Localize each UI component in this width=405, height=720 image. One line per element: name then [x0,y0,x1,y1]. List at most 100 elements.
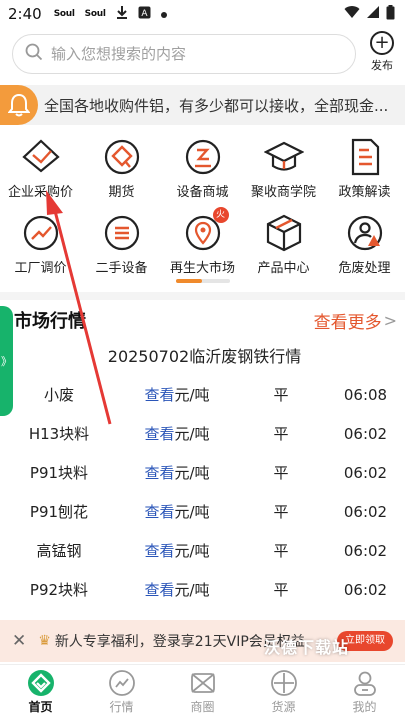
equal-circle-icon [102,213,142,253]
price-unit: 元/吨 [174,464,210,482]
bell-icon [0,85,38,125]
table-row[interactable]: 小废 查看元/吨 平 06:08 [0,375,405,414]
price-cell: 查看元/吨 [118,375,236,414]
market-title: 市场行情 [14,311,86,332]
status-bar: 2:40 Soul Soul A [0,0,405,28]
grid-item-used-equipment[interactable]: 二手设备 [81,211,162,287]
table-row[interactable]: 高锰钢 查看元/吨 平 06:02 [0,531,405,570]
table-row[interactable]: P92块料 查看元/吨 平 06:02 [0,570,405,609]
tab-mine[interactable]: 我的 [324,665,405,720]
font-a-icon: A [138,6,151,23]
page-indicator [176,279,230,283]
view-price-link[interactable]: 查看 [144,503,174,521]
home-icon [27,669,55,697]
grid-item-enterprise-price[interactable]: 企业采购价 [0,135,81,211]
time-cell: 06:02 [343,541,388,560]
grid-label: 期货 [108,185,135,200]
bottom-tab-bar: 首页 行情 商圈 货源 我的 [0,664,405,720]
map-pin-icon: 火 [183,207,229,253]
view-price-link[interactable]: 查看 [144,386,174,404]
price-cell: 查看元/吨 [118,414,236,453]
view-more-link[interactable]: 查看更多 > [314,308,397,333]
signal-icon [366,5,380,23]
price-unit: 元/吨 [174,503,210,521]
tab-label: 行情 [109,700,134,714]
svg-text:A: A [141,9,148,19]
dot-icon [160,6,167,22]
grid-label: 危废处理 [338,261,391,276]
search-bar[interactable] [12,34,356,74]
market-table: 小废 查看元/吨平 06:08 H13块料 查看元/吨平 06:02 P91块料 查看元/吨平… [0,375,405,609]
view-price-link[interactable]: 查看 [144,464,174,482]
soul-app-icon: Soul [84,9,106,19]
grid-label: 聚收商学院 [250,185,316,200]
crown-icon: ♛ [38,633,51,649]
grid-item-hazardous-waste[interactable]: 危废处理 [324,211,405,287]
tab-circle[interactable]: 商圈 [162,665,243,720]
bowtie-icon [189,669,217,697]
price-unit: 元/吨 [174,425,210,443]
trend-cell: 平 [273,581,289,599]
view-more-label: 查看更多 [313,312,382,333]
notice-text: 全国各地收购件铝，有多少都可以接收，全部现金... [44,96,389,115]
tab-label: 货源 [271,700,296,714]
time-cell: 06:02 [343,463,388,482]
table-row[interactable]: P91刨花 查看元/吨 平 06:02 [0,492,405,531]
tab-label: 商圈 [190,700,215,714]
material-name: P91块料 [29,464,89,482]
publish-button[interactable]: + 发布 [364,31,400,73]
box-icon [264,213,304,253]
trend-cell: 平 [273,542,289,560]
tab-market[interactable]: 行情 [81,665,162,720]
close-icon[interactable]: ✕ [12,631,26,651]
diamond-q-icon [102,137,142,177]
soul-app-icon: Soul [53,9,75,19]
grid-item-equipment-mall[interactable]: 设备商城 [162,135,243,211]
side-expand-tab[interactable]: 》 [0,306,13,416]
grid-label: 产品中心 [257,261,310,276]
time-cell: 06:02 [343,580,388,599]
material-name: P92块料 [29,581,89,599]
time-cell: 06:02 [343,424,388,443]
market-header: 市场行情 查看更多 > [0,302,405,338]
table-row[interactable]: H13块料 查看元/吨 平 06:02 [0,414,405,453]
view-price-link[interactable]: 查看 [144,581,174,599]
grid-item-factory-price[interactable]: 工厂调价 [0,211,81,287]
trend-cell: 平 [273,503,289,521]
notice-bar[interactable]: 全国各地收购件铝，有多少都可以接收，全部现金... [0,85,405,125]
user-icon [351,669,379,697]
market-subtitle: 20250702临沂废钢铁行情 [107,347,302,366]
tab-home[interactable]: 首页 [0,665,81,720]
grid-label: 二手设备 [95,261,148,276]
grid-item-futures[interactable]: 期货 [81,135,162,211]
coin-icon [183,137,223,177]
grid-item-academy[interactable]: 聚收商学院 [243,135,324,211]
status-time: 2:40 [8,5,42,23]
watermark: 沃德下载站 [264,638,350,657]
time-cell: 06:02 [343,502,388,521]
search-input[interactable] [51,45,331,63]
price-unit: 元/吨 [174,542,210,560]
view-price-link[interactable]: 查看 [144,425,174,443]
trend-icon [21,213,61,253]
tab-label: 我的 [352,700,377,714]
document-icon [345,137,385,177]
time-cell: 06:08 [343,385,388,404]
grid-label: 设备商城 [176,185,229,200]
trend-cell: 平 [273,464,289,482]
download-icon [116,5,128,23]
grid-item-recycle-market[interactable]: 火 再生大市场 [162,207,243,287]
chevron-right-icon: > [383,310,397,330]
material-name: P91刨花 [29,503,89,521]
tab-supply[interactable]: 货源 [243,665,324,720]
grid-item-policy[interactable]: 政策解读 [324,135,405,211]
feature-grid: 企业采购价 期货 设备商城 聚收商学院 政策解读 工厂调价 二手设备 火 再生大… [0,135,405,287]
price-unit: 元/吨 [174,386,210,404]
grid-label: 企业采购价 [7,185,73,200]
plus-icon: + [370,31,394,55]
table-row[interactable]: P91块料 查看元/吨 平 06:02 [0,453,405,492]
grid-item-product-center[interactable]: 产品中心 [243,211,324,287]
price-cell: 查看元/吨 [118,453,236,492]
material-name: H13块料 [28,425,90,443]
view-price-link[interactable]: 查看 [144,542,174,560]
